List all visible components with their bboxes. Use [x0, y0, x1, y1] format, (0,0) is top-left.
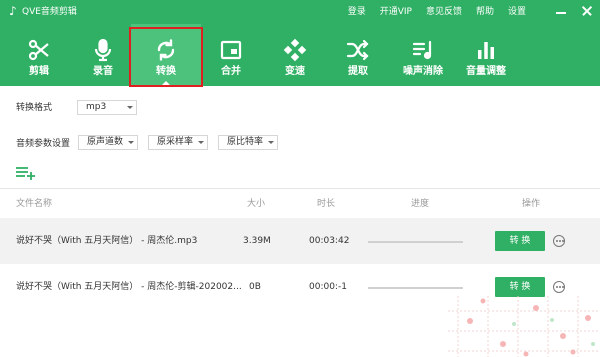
tool-label-extract: 提取 — [348, 66, 368, 77]
convert-button[interactable]: 转 换 — [495, 231, 545, 251]
add-list-icon[interactable] — [16, 166, 36, 180]
tool-extract[interactable]: 提取 — [333, 24, 383, 86]
noise-removal-icon — [412, 40, 432, 60]
file-name: 说好不哭（With 五月天阿信） - 周杰伦-剪辑-202002... — [16, 282, 242, 292]
vip-link[interactable]: 开通VIP — [380, 6, 412, 18]
tool-label-cut: 剪辑 — [29, 66, 49, 77]
tool-label-record: 录音 — [93, 66, 113, 77]
bitrate-select-value: 原比特率 — [227, 137, 264, 147]
tool-merge[interactable]: 合并 — [206, 24, 256, 86]
volume-bars-icon — [478, 42, 494, 59]
file-name: 说好不哭（With 五月天阿信） - 周杰伦.mp3 — [16, 236, 198, 246]
scissors-icon — [28, 39, 49, 61]
chevron-down-icon — [198, 141, 204, 144]
tool-cut[interactable]: 剪辑 — [14, 24, 64, 86]
app-title: QVE音频剪辑 — [22, 7, 77, 17]
music-note-icon: ♪ — [9, 4, 17, 18]
tool-speed[interactable]: 变速 — [270, 24, 320, 86]
more-options-icon[interactable] — [553, 281, 565, 293]
top-links: 登录 开通VIP 意见反馈 帮助 设置 — [348, 6, 526, 18]
format-select-value: mp3 — [86, 102, 107, 112]
tool-label-merge: 合并 — [221, 66, 241, 77]
feedback-link[interactable]: 意见反馈 — [426, 6, 462, 18]
header-name: 文件名称 — [16, 199, 53, 209]
more-options-icon[interactable] — [553, 235, 565, 247]
settings-link[interactable]: 设置 — [508, 6, 526, 18]
progress-bar — [368, 287, 463, 289]
format-label: 转换格式 — [16, 103, 53, 113]
tool-volume[interactable]: 音量调整 — [460, 24, 512, 86]
samplerate-select[interactable]: 原采样率 — [148, 135, 208, 150]
login-link[interactable]: 登录 — [348, 6, 366, 18]
tool-label-speed: 变速 — [285, 66, 305, 77]
chevron-down-icon — [128, 141, 134, 144]
microphone-icon — [94, 38, 112, 62]
table-header: 文件名称 大小 时长 进度 操作 — [0, 198, 600, 212]
minimize-icon[interactable] — [554, 5, 568, 17]
decorative-pattern — [448, 296, 600, 357]
channels-select[interactable]: 原声道数 — [78, 135, 138, 150]
window-controls — [554, 5, 594, 17]
title-bar: ♪ QVE音频剪辑 登录 开通VIP 意见反馈 帮助 设置 — [0, 0, 600, 24]
chevron-down-icon — [268, 141, 274, 144]
format-select[interactable]: mp3 — [77, 100, 137, 115]
params-label: 音频参数设置 — [16, 139, 71, 149]
header-duration: 时长 — [317, 199, 336, 209]
highlight-box — [129, 27, 203, 87]
file-size: 3.39M — [243, 236, 271, 246]
samplerate-select-value: 原采样率 — [157, 137, 194, 147]
header-progress: 进度 — [411, 199, 430, 209]
file-duration: 00:03:42 — [309, 236, 350, 246]
help-link[interactable]: 帮助 — [476, 6, 494, 18]
convert-button[interactable]: 转 换 — [495, 277, 545, 297]
file-size: 0B — [249, 282, 261, 292]
close-icon[interactable] — [580, 5, 594, 17]
chevron-down-icon — [127, 106, 133, 109]
tool-label-volume: 音量调整 — [466, 66, 506, 77]
table-row[interactable]: 说好不哭（With 五月天阿信） - 周杰伦.mp3 3.39M 00:03:4… — [0, 218, 600, 265]
merge-icon — [220, 40, 242, 60]
divider — [0, 188, 600, 189]
tool-record[interactable]: 录音 — [77, 24, 129, 86]
main-toolbar: 剪辑 录音 转换 合并 变速 提取 噪声消除 音量调整 — [0, 24, 600, 86]
shuffle-extract-icon — [346, 39, 369, 61]
speed-icon — [283, 38, 307, 62]
progress-bar — [368, 241, 463, 243]
channels-select-value: 原声道数 — [87, 137, 124, 147]
file-duration: 00:00:-1 — [309, 282, 347, 292]
bitrate-select[interactable]: 原比特率 — [218, 135, 278, 150]
tool-noise[interactable]: 噪声消除 — [394, 24, 452, 86]
header-action: 操作 — [522, 199, 541, 209]
header-size: 大小 — [247, 199, 266, 209]
tool-label-noise: 噪声消除 — [403, 66, 443, 77]
